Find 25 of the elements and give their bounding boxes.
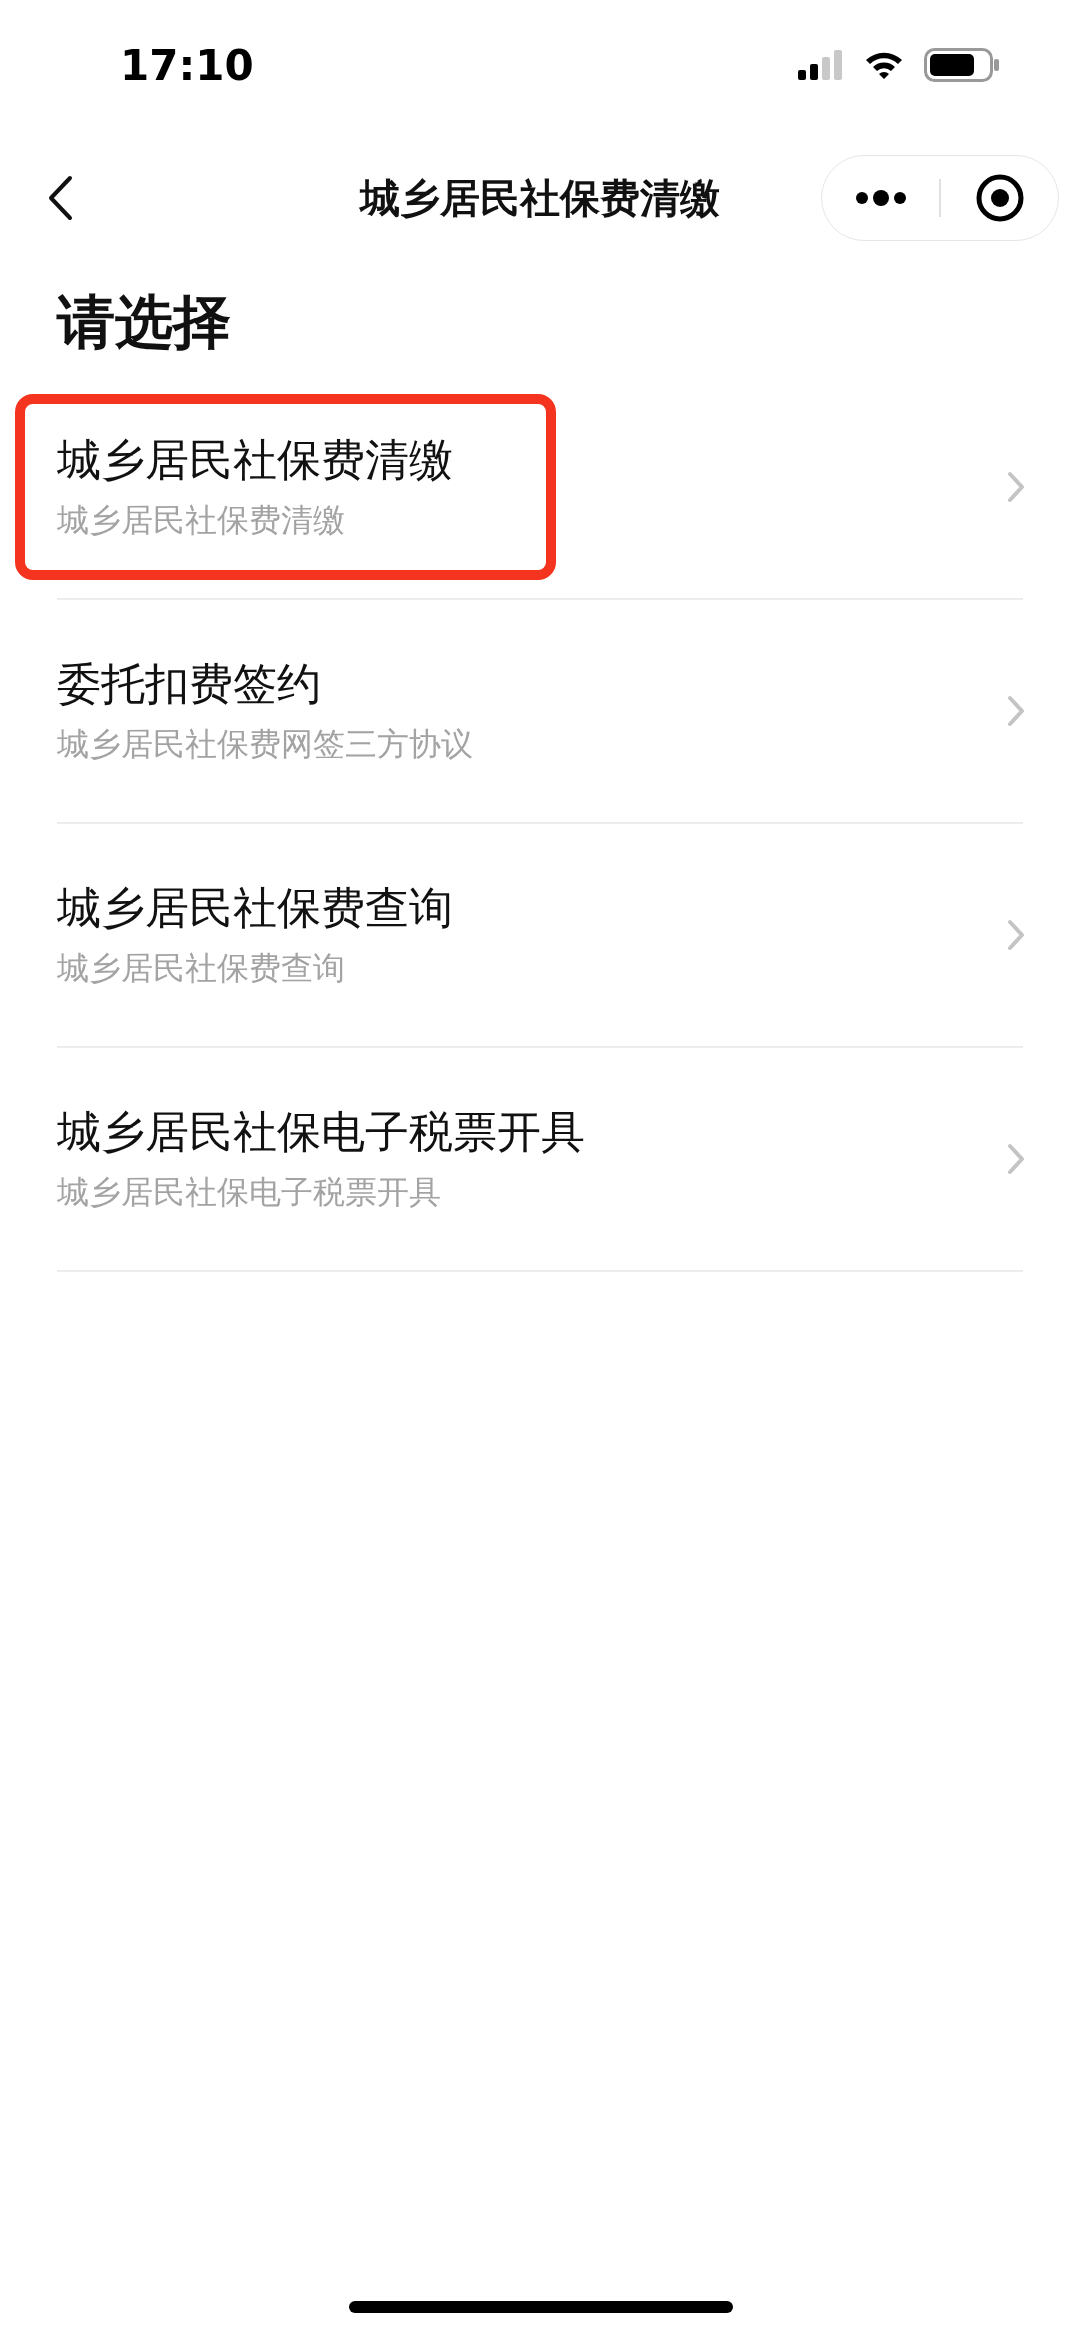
item-subtitle: 城乡居民社保费清缴 — [57, 500, 346, 540]
list-item[interactable]: 城乡居民社保电子税票开具 城乡居民社保电子税票开具 — [57, 1047, 1023, 1272]
item-subtitle: 城乡居民社保电子税票开具 — [57, 1172, 442, 1212]
item-title: 城乡居民社保费清缴 — [57, 434, 453, 487]
item-subtitle: 城乡居民社保费网签三方协议 — [57, 724, 473, 764]
battery-icon — [924, 48, 1000, 82]
section-heading: 请选择 — [57, 288, 232, 358]
item-subtitle: 城乡居民社保费查询 — [57, 948, 346, 988]
list-item[interactable]: 城乡居民社保费清缴 城乡居民社保费清缴 — [57, 375, 1023, 600]
more-icon — [854, 190, 907, 206]
list-item[interactable]: 委托扣费签约 城乡居民社保费网签三方协议 — [57, 599, 1023, 824]
item-title: 城乡居民社保电子税票开具 — [57, 1106, 585, 1159]
chevron-icon — [1007, 918, 1025, 951]
back-icon — [47, 175, 73, 221]
status-time: 17:10 — [120, 39, 254, 92]
wifi-icon — [864, 50, 904, 80]
chevron-icon — [1007, 470, 1025, 503]
target-icon — [974, 173, 1025, 223]
item-title: 委托扣费签约 — [57, 658, 322, 711]
item-title: 城乡居民社保费查询 — [57, 882, 453, 935]
chevron-icon — [1007, 694, 1025, 727]
list-item[interactable]: 城乡居民社保费查询 城乡居民社保费查询 — [57, 823, 1023, 1048]
page-title: 城乡居民社保费清缴 — [360, 174, 720, 223]
signal-icon — [798, 50, 844, 80]
chevron-icon — [1007, 1142, 1025, 1175]
